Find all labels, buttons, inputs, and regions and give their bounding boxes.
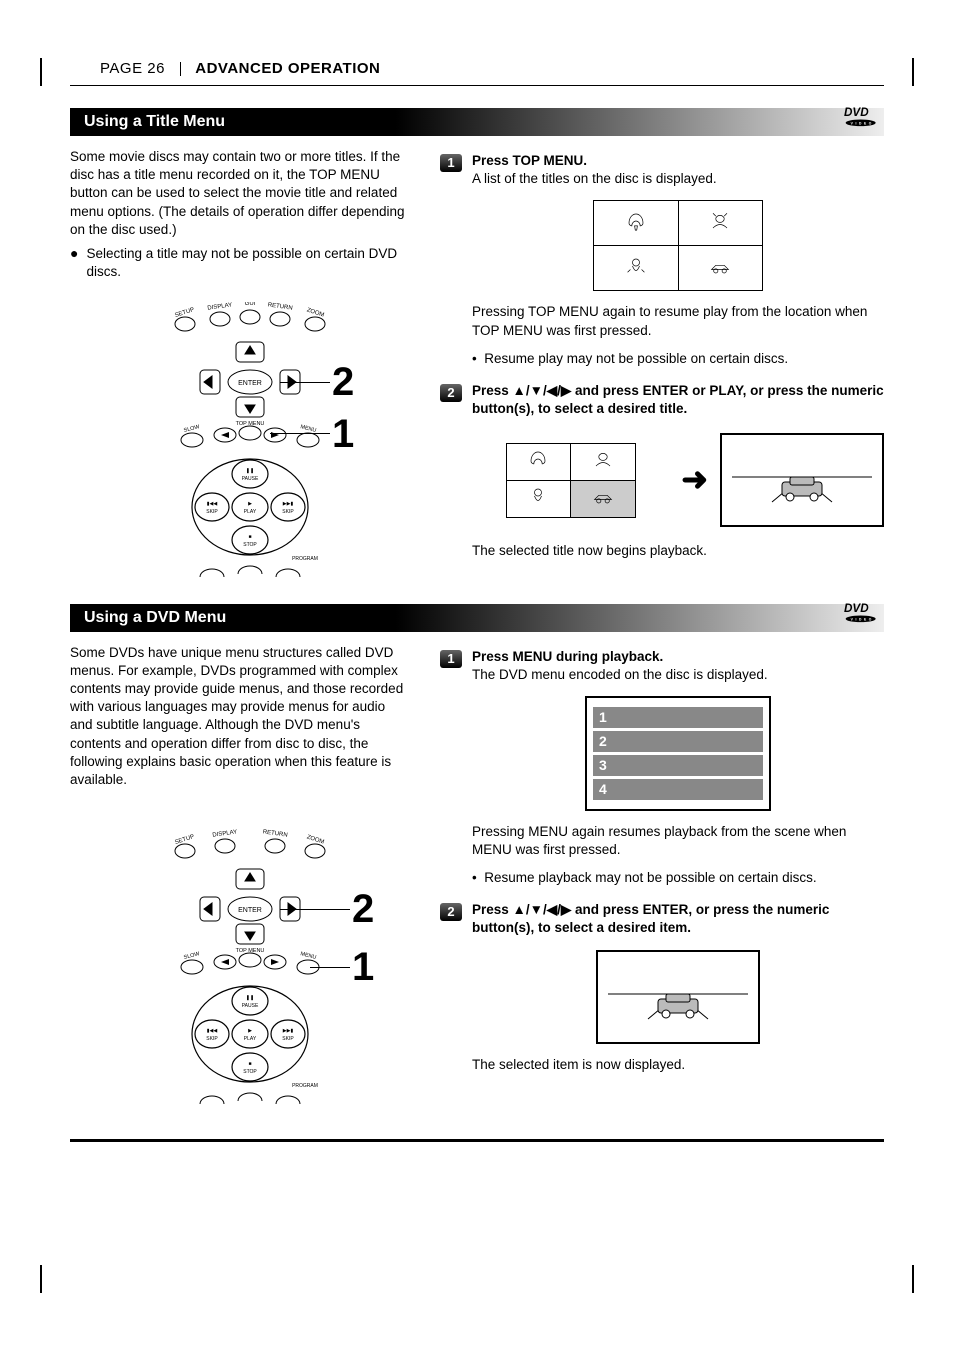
svg-text:❚❚: ❚❚: [246, 995, 254, 1001]
step-badge: 1: [440, 154, 462, 172]
remote-diagram: SETUP DISPLAY GUI RETURN ZOOM: [70, 302, 410, 582]
title-menu-intro: Some movie discs may contain two or more…: [70, 148, 410, 239]
svg-text:▶: ▶: [248, 501, 252, 507]
svg-text:SKIP: SKIP: [282, 1036, 294, 1042]
svg-text:▶▶▮: ▶▶▮: [283, 501, 294, 507]
step1-body: A list of the titles on the disc is disp…: [472, 170, 884, 188]
footer-rule: [70, 1139, 884, 1142]
label-enter: ENTER: [238, 380, 262, 387]
svg-text:PROGRAM: PROGRAM: [292, 1083, 318, 1089]
svg-text:▮◀◀: ▮◀◀: [207, 501, 218, 507]
svg-text:STOP: STOP: [243, 1069, 257, 1075]
svg-text:MENU: MENU: [300, 951, 317, 961]
svg-text:DVD: DVD: [844, 602, 869, 615]
callout-2: 2: [332, 360, 354, 405]
svg-text:PLAY: PLAY: [244, 1036, 257, 1042]
step1-after2: Resume play may not be possible on certa…: [484, 351, 788, 366]
dvd-video-logo-icon: DVD V I D E O: [844, 598, 894, 628]
step-badge: 2: [440, 903, 462, 921]
section-heading-title-menu: Using a Title Menu DVDV I D E O: [70, 108, 884, 136]
step1-body: The DVD menu encoded on the disc is disp…: [472, 666, 884, 684]
step1-after2: Resume playback may not be possible on c…: [484, 870, 816, 885]
svg-text:SLOW: SLOW: [183, 951, 201, 961]
callout-1: 1: [352, 945, 374, 990]
svg-text:STOP: STOP: [243, 542, 257, 548]
step2-after: The selected title now begins playback.: [472, 542, 884, 560]
label-display: DISPLAY: [207, 302, 232, 311]
step1-after1: Pressing TOP MENU again to resume play f…: [472, 303, 884, 339]
menu-item: 3: [593, 755, 763, 776]
svg-text:RETURN: RETURN: [262, 830, 288, 839]
step-badge: 1: [440, 650, 462, 668]
step2-illustration: [472, 950, 884, 1044]
step2-illustration: ➜: [472, 431, 884, 530]
svg-text:V I D E O: V I D E O: [851, 122, 873, 126]
dvd-video-logo-icon: DVD V I D E O: [844, 102, 894, 132]
svg-text:■: ■: [248, 534, 251, 540]
svg-text:PROGRAM: PROGRAM: [292, 556, 318, 562]
menu-item: 4: [593, 779, 763, 800]
step1-title: Press MENU during playback.: [472, 648, 884, 666]
title-list-illustration: [593, 200, 763, 291]
menu-item: 1: [593, 707, 763, 728]
menu-item: 2: [593, 731, 763, 752]
label-return: RETURN: [267, 302, 293, 311]
step1-title: Press TOP MENU.: [472, 152, 884, 170]
svg-text:DISPLAY: DISPLAY: [212, 830, 237, 839]
callout-1: 1: [332, 412, 354, 457]
svg-text:■: ■: [248, 1061, 251, 1067]
step2-title: Press ▲/▼/◀/▶ and press ENTER or PLAY, o…: [472, 382, 884, 418]
page-number: PAGE 26: [100, 60, 165, 77]
bullet-icon: ●: [70, 245, 78, 281]
step-badge: 2: [440, 384, 462, 402]
svg-text:SLOW: SLOW: [183, 423, 201, 433]
step1-after1: Pressing MENU again resumes playback fro…: [472, 823, 884, 859]
arrow-right-icon: ➜: [681, 458, 708, 501]
remote-diagram: SETUP DISPLAY RETURN ZOOM: [70, 829, 410, 1109]
page-header: PAGE 26 ADVANCED OPERATION: [70, 60, 884, 86]
step2-after: The selected item is now displayed.: [472, 1056, 884, 1074]
svg-text:▶: ▶: [248, 1028, 252, 1034]
playback-screen-illustration: [720, 433, 884, 527]
svg-text:❚❚: ❚❚: [246, 468, 254, 474]
svg-text:SKIP: SKIP: [206, 509, 218, 515]
svg-text:PAUSE: PAUSE: [242, 1003, 259, 1009]
svg-text:ENTER: ENTER: [238, 907, 262, 914]
svg-text:V I D E O: V I D E O: [851, 617, 873, 621]
svg-text:SKIP: SKIP: [282, 509, 294, 515]
label-gui: GUI: [245, 302, 256, 307]
svg-text:SKIP: SKIP: [206, 1036, 218, 1042]
title-menu-note: ● Selecting a title may not be possible …: [70, 245, 410, 281]
svg-text:▶▶▮: ▶▶▮: [283, 1028, 294, 1034]
dvd-menu-intro: Some DVDs have unique menu structures ca…: [70, 644, 410, 790]
dvd-menu-illustration: 1 2 3 4: [585, 696, 771, 811]
section-title: ADVANCED OPERATION: [195, 60, 380, 77]
section-heading-dvd-menu: Using a DVD Menu DVDV I D E O: [70, 604, 884, 632]
svg-text:DVD: DVD: [844, 106, 869, 119]
callout-2: 2: [352, 887, 374, 932]
svg-text:▮◀◀: ▮◀◀: [207, 1028, 218, 1034]
svg-text:PAUSE: PAUSE: [242, 476, 259, 482]
step2-title: Press ▲/▼/◀/▶ and press ENTER, or press …: [472, 901, 884, 937]
svg-text:PLAY: PLAY: [244, 509, 257, 515]
